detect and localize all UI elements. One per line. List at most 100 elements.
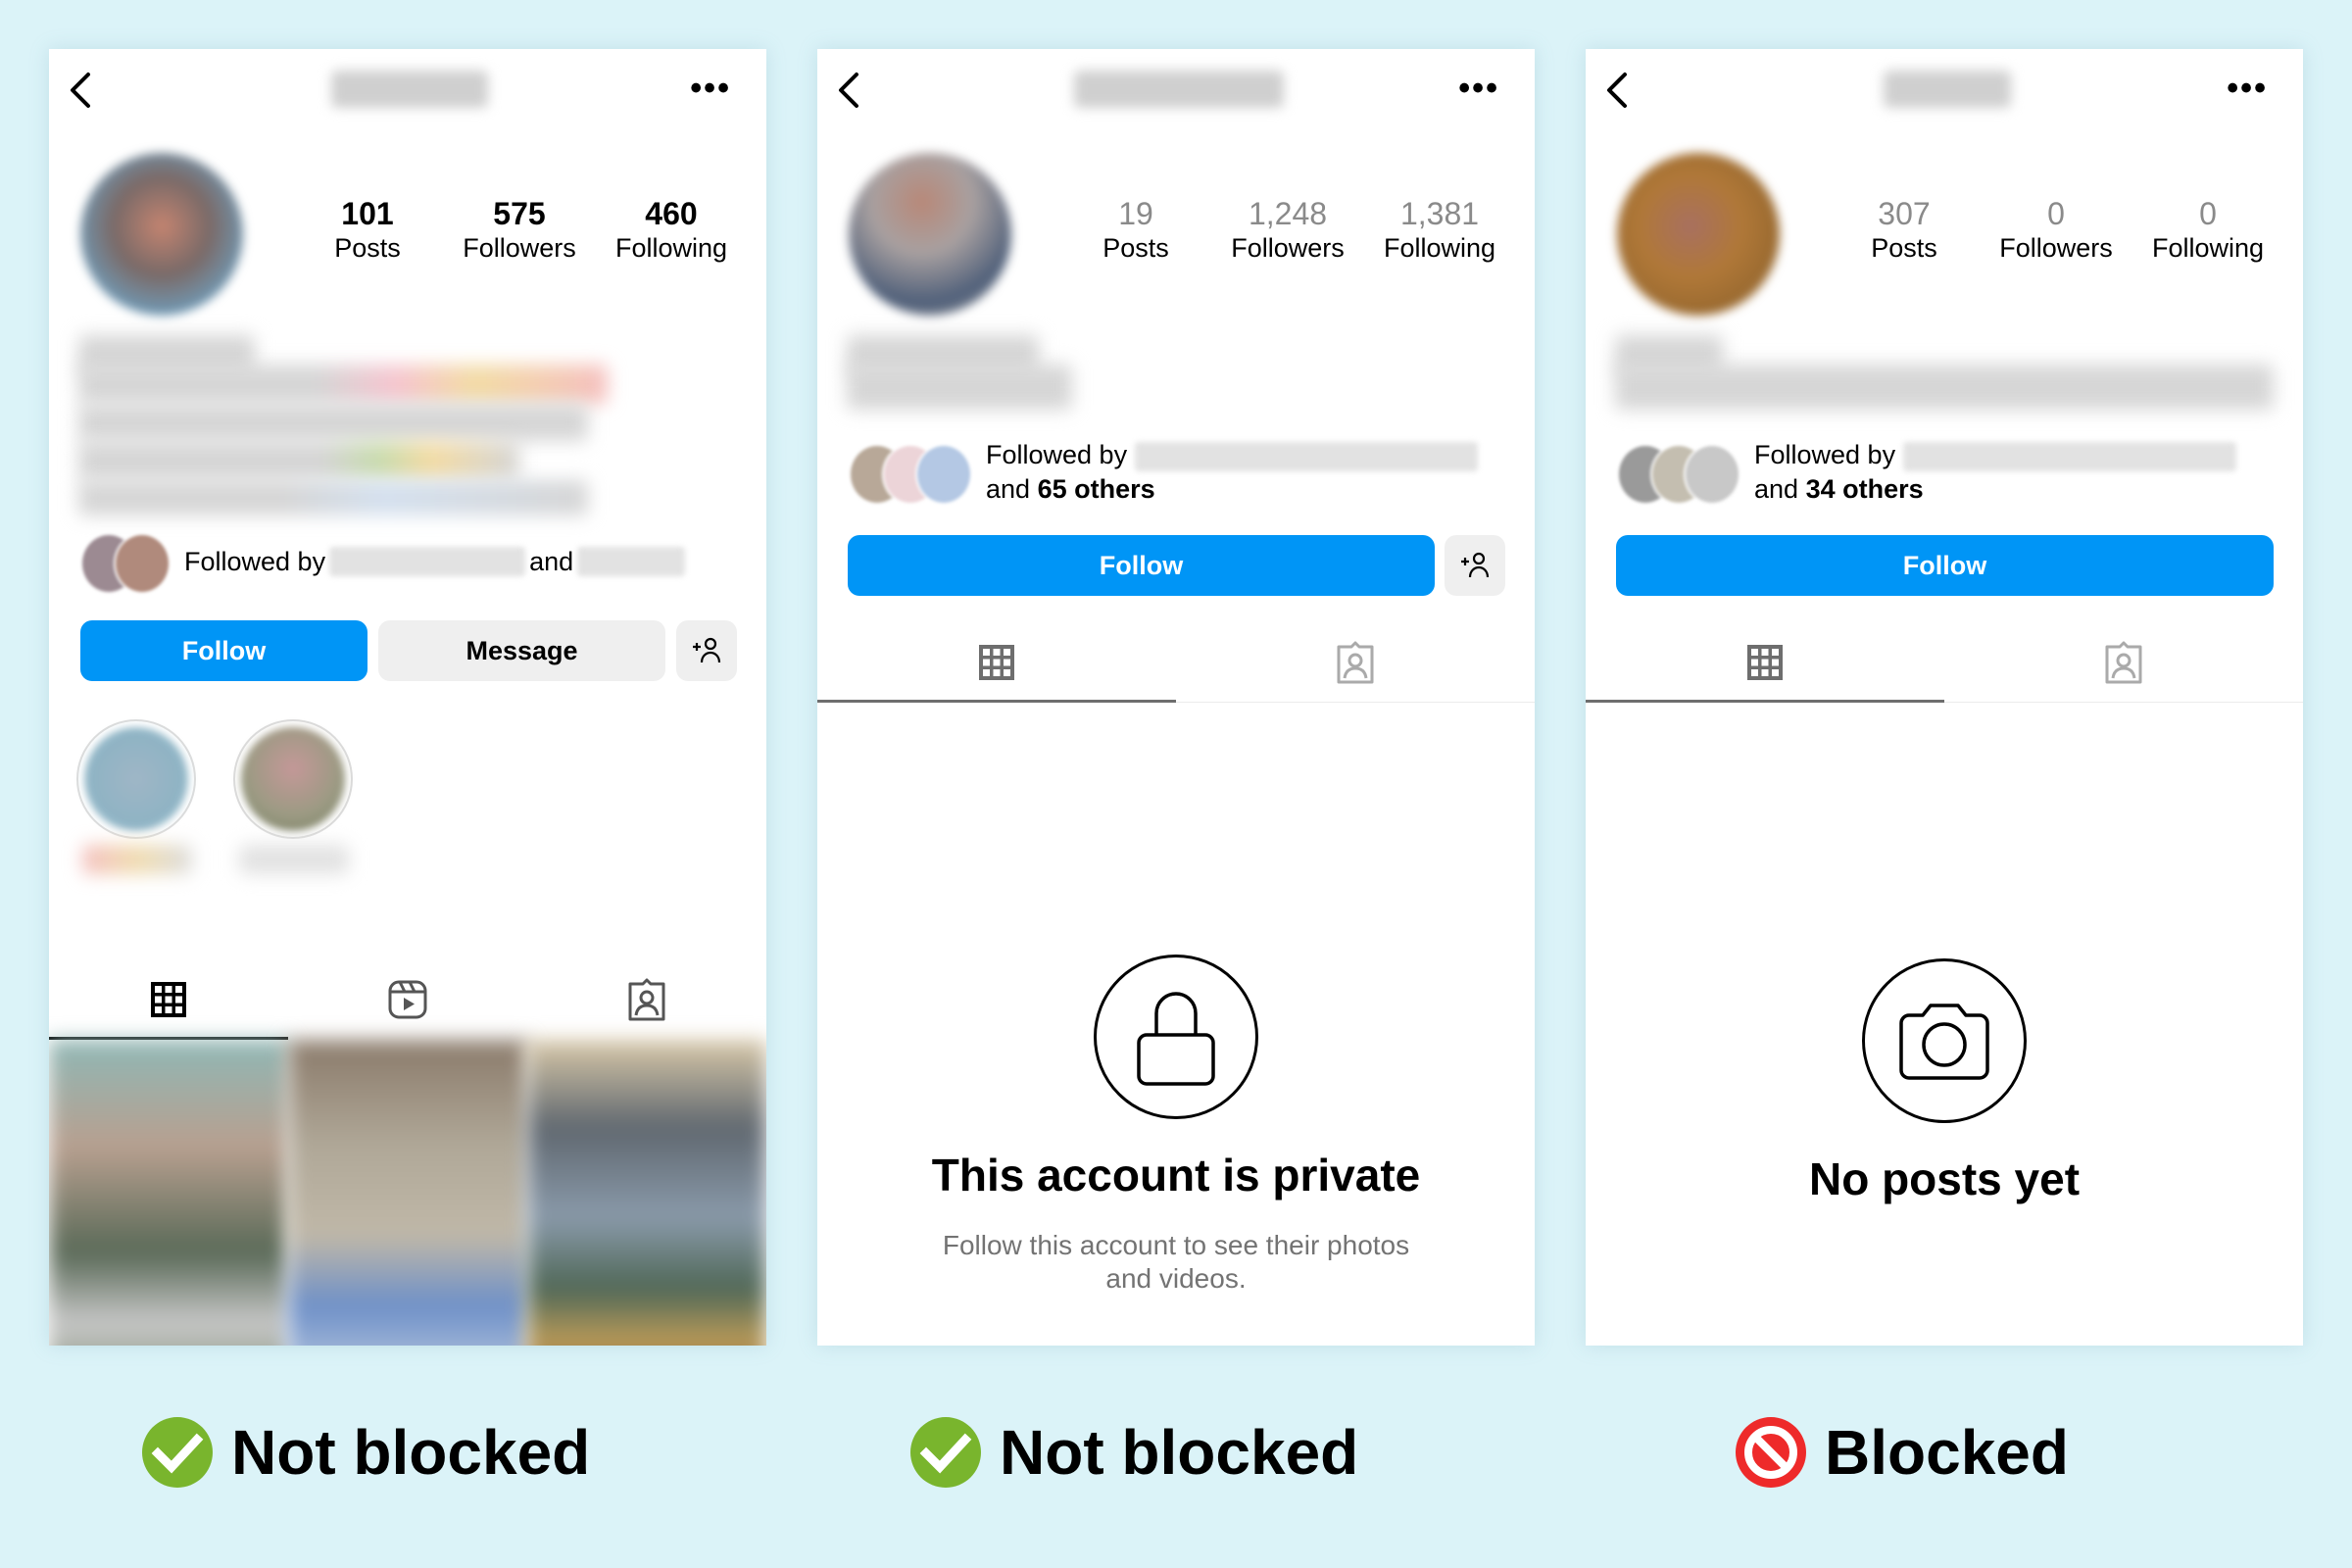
post-thumbnail[interactable]	[527, 1040, 766, 1346]
story-highlight[interactable]	[76, 719, 196, 839]
message-button[interactable]: Message	[378, 620, 665, 681]
stat-label: Posts	[1102, 233, 1169, 263]
followed-by-row[interactable]: Followed by and 65 others	[849, 438, 1478, 507]
stat-posts[interactable]: 307 Posts	[1831, 196, 1978, 265]
profile-card-not-blocked-public: ••• 101 Posts 575 Followers 460 Following F…	[49, 49, 766, 1346]
followed-by-joiner: and	[986, 474, 1031, 504]
stat-following[interactable]: 1,381 Following	[1366, 196, 1513, 265]
mutual-count: 65 others	[1037, 474, 1155, 504]
grid-icon	[151, 982, 186, 1017]
empty-state-subtitle: Follow this account to see their photos …	[817, 1229, 1535, 1296]
follow-button-label: Follow	[1902, 550, 1987, 580]
verdict-label: Not blocked	[231, 1417, 591, 1488]
add-person-icon	[693, 637, 721, 663]
profile-card-blocked: ••• 307 Posts 0 Followers 0 Following Follo…	[1586, 49, 2303, 1346]
stat-value: 307	[1878, 196, 1931, 231]
username-redacted	[1074, 71, 1284, 108]
followed-by-label: Followed by	[1754, 440, 1896, 469]
active-tab-indicator	[817, 700, 1176, 703]
tagged-icon	[628, 978, 665, 1021]
empty-state-title: This account is private	[931, 1150, 1421, 1200]
post-thumbnail[interactable]	[288, 1040, 527, 1346]
stat-value: 0	[2047, 196, 2065, 231]
tab-posts-grid[interactable]	[817, 623, 1176, 703]
tab-reels[interactable]	[288, 960, 527, 1039]
follow-button[interactable]: Follow	[80, 620, 368, 681]
verdict-label: Blocked	[1825, 1417, 2069, 1488]
verdict-blocked: Blocked	[1735, 1416, 2069, 1489]
top-bar: •••	[817, 49, 1535, 127]
followed-by-label: Followed by	[184, 547, 326, 576]
stat-followers[interactable]: 0 Followers	[1983, 196, 2130, 265]
suggest-people-button[interactable]	[676, 620, 737, 681]
prohibited-icon	[1736, 1417, 1806, 1488]
profile-tabs	[1586, 623, 2303, 703]
stat-following[interactable]: 460 Following	[598, 196, 745, 265]
grid-icon	[1747, 645, 1783, 680]
username-redacted	[1884, 71, 2011, 108]
stat-value: 1,248	[1248, 196, 1328, 231]
username-redacted	[331, 71, 488, 108]
bio-redacted	[847, 365, 1072, 410]
stat-followers[interactable]: 1,248 Followers	[1214, 196, 1361, 265]
back-arrow-icon[interactable]	[63, 69, 102, 112]
stat-posts[interactable]: 19 Posts	[1062, 196, 1209, 265]
more-options-icon[interactable]: •••	[2227, 72, 2268, 105]
back-arrow-icon[interactable]	[1599, 69, 1639, 112]
tab-tagged[interactable]	[1176, 623, 1535, 702]
verdict-label: Not blocked	[1000, 1417, 1359, 1488]
lock-icon	[1094, 955, 1258, 1119]
verdict-not-blocked-2: Not blocked	[909, 1416, 1358, 1489]
profile-avatar[interactable]	[80, 153, 243, 316]
tab-posts-grid[interactable]	[1586, 623, 1944, 703]
top-bar: •••	[49, 49, 766, 127]
more-options-icon[interactable]: •••	[690, 72, 731, 105]
tagged-icon	[2105, 641, 2142, 684]
no-posts-notice: No posts yet	[1586, 958, 2303, 1205]
tagged-icon	[1337, 641, 1374, 684]
stat-value: 1,381	[1399, 196, 1480, 231]
tab-tagged[interactable]	[1944, 623, 2303, 702]
followed-by-row[interactable]: Followed by and	[80, 533, 686, 594]
empty-state-title: No posts yet	[1808, 1153, 2081, 1204]
more-options-icon[interactable]: •••	[1458, 72, 1499, 105]
story-highlight[interactable]	[233, 719, 353, 839]
mutual-name-redacted	[1902, 441, 2236, 471]
bio-redacted	[1615, 365, 2274, 410]
followed-by-row[interactable]: Followed by and 34 others	[1617, 438, 2236, 507]
follow-button[interactable]: Follow	[848, 535, 1435, 596]
highlight-title-redacted	[239, 845, 349, 874]
private-account-notice: This account is private Follow this acco…	[817, 955, 1535, 1296]
reels-icon	[388, 980, 427, 1019]
add-person-icon	[1461, 552, 1490, 578]
tab-posts-grid[interactable]	[49, 960, 288, 1040]
profile-card-not-blocked-private: ••• 19 Posts 1,248 Followers 1,381 Followin…	[817, 49, 1535, 1346]
suggest-people-button[interactable]	[1445, 535, 1505, 596]
stat-label: Followers	[463, 233, 576, 263]
mutual-name-redacted	[329, 547, 526, 576]
profile-tabs	[49, 960, 766, 1040]
tab-tagged[interactable]	[527, 960, 766, 1039]
top-bar: •••	[1586, 49, 2303, 127]
bio-redacted	[78, 365, 608, 404]
back-arrow-icon[interactable]	[831, 69, 870, 112]
camera-icon	[1862, 958, 2027, 1123]
followed-by-joiner: and	[529, 547, 574, 576]
post-thumbnail[interactable]	[49, 1040, 288, 1346]
profile-avatar[interactable]	[849, 153, 1011, 316]
stat-value: 460	[645, 196, 698, 231]
profile-stats: 307 Posts 0 Followers 0 Following	[1831, 196, 2281, 265]
mutual-name-redacted	[1134, 441, 1478, 471]
profile-tabs	[817, 623, 1535, 703]
profile-avatar[interactable]	[1617, 153, 1780, 316]
message-button-label: Message	[466, 635, 578, 665]
stat-posts[interactable]: 101 Posts	[294, 196, 441, 265]
follow-button[interactable]: Follow	[1616, 535, 2274, 596]
stat-label: Following	[1383, 233, 1496, 263]
stat-followers[interactable]: 575 Followers	[446, 196, 593, 265]
stat-value: 101	[341, 196, 394, 231]
follow-button-label: Follow	[1099, 550, 1184, 580]
grid-icon	[979, 645, 1014, 680]
stat-following[interactable]: 0 Following	[2134, 196, 2281, 265]
posts-grid	[49, 1040, 766, 1346]
